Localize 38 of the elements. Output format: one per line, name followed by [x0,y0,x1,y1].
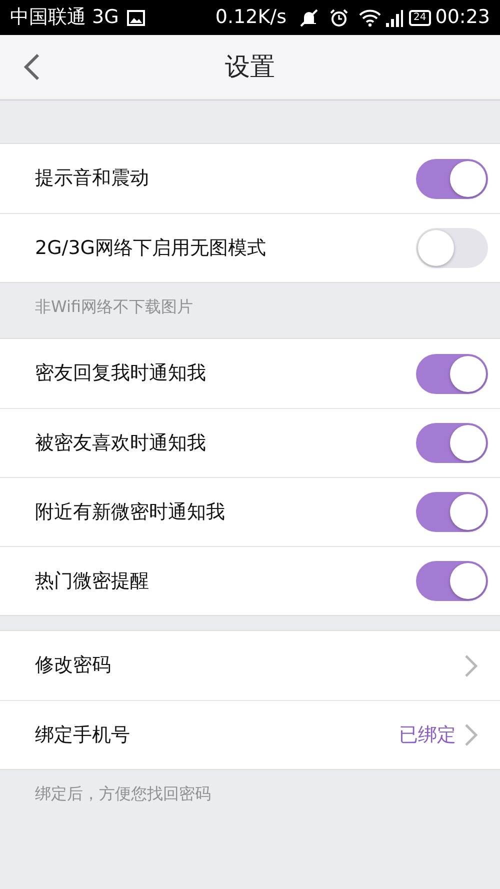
toggle-switch[interactable] [416,354,488,394]
battery-icon: 24 [408,10,432,26]
muted-bell-icon [298,8,318,26]
network-speed-text: 0.12K/s [215,5,286,30]
chevron-icon [464,654,478,678]
chevron-icon [464,723,478,747]
alarm-icon [328,8,348,26]
toggle-switch[interactable] [416,158,488,198]
back-icon[interactable] [22,52,42,82]
setting-label: 附近有新微密时通知我 [35,500,225,525]
setting-label: 绑定手机号 [35,722,130,748]
carrier-text: 中国联通 3G [10,5,119,30]
footnote-text: 非Wifi网络不下载图片 [34,296,194,318]
setting-label: 密友回复我时通知我 [35,361,206,386]
toggle-switch[interactable] [416,228,488,268]
setting-label: 修改密码 [35,653,111,678]
settings-row[interactable]: 附近有新微密时通知我 [0,477,500,546]
settings-row[interactable]: 密友回复我时通知我 [0,339,500,408]
settings-row[interactable]: 修改密码 [0,631,500,700]
settings-row[interactable]: 绑定手机号 已绑定 [0,700,500,769]
clock-text: 00:23 [435,5,490,30]
page-title: 设置 [225,51,275,84]
settings-row[interactable]: 热门微密提醒 [0,546,500,615]
wifi-icon [358,8,380,26]
settings-row[interactable]: 2G/3G网络下启用无图模式 [0,213,500,282]
image-icon [126,10,145,26]
signal-icon [384,8,402,26]
settings-row[interactable]: 提示音和震动 [0,144,500,213]
settings-row[interactable]: 被密友喜欢时通知我 [0,408,500,477]
setting-label: 被密友喜欢时通知我 [35,430,206,456]
toggle-switch[interactable] [416,561,488,601]
setting-label: 2G/3G网络下启用无图模式 [35,236,266,261]
toggle-switch[interactable] [416,423,488,463]
status-text: 已绑定 [399,722,456,748]
setting-label: 热门微密提醒 [35,568,149,594]
footnote-text: 绑定后，方便您找回密码 [34,783,212,805]
toggle-switch[interactable] [416,492,488,532]
setting-label: 提示音和震动 [35,166,149,192]
